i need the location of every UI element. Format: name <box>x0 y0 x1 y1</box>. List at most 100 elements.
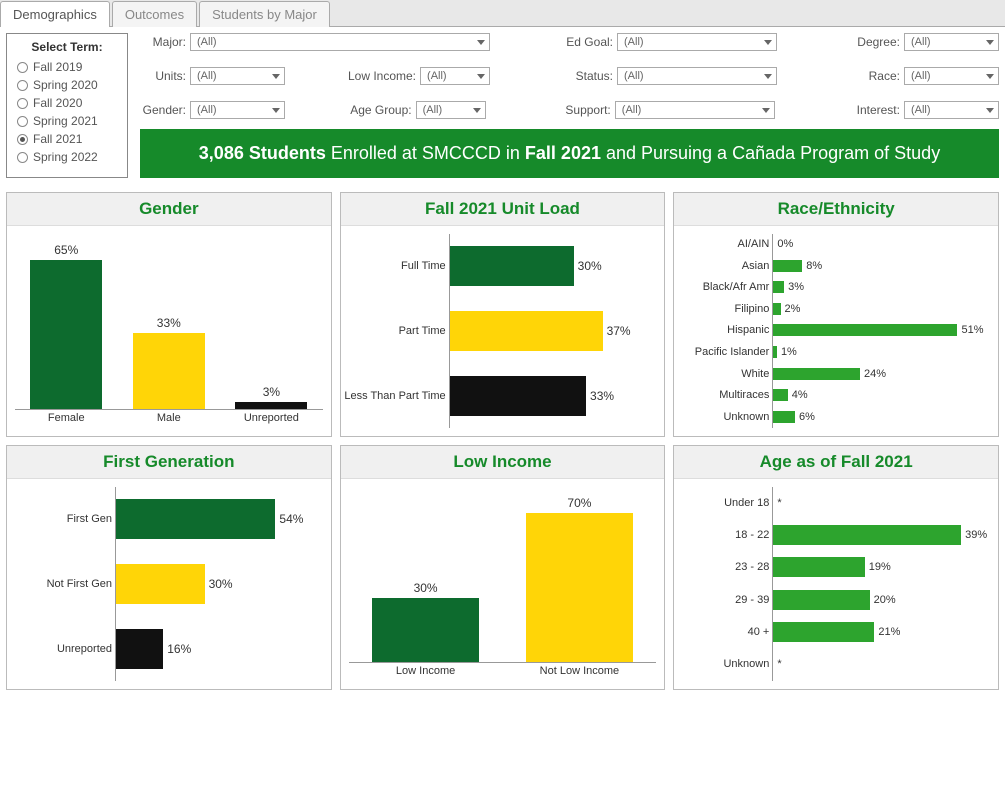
bar-category-label: Multiraces <box>719 389 769 401</box>
bar-category-label: Unreported <box>57 643 112 655</box>
filter-units-dropdown[interactable]: (All) <box>190 67 285 85</box>
bar-race-asian[interactable]: Asian8% <box>773 260 990 272</box>
chevron-down-icon <box>272 108 280 113</box>
bar-rect <box>773 590 869 610</box>
filter-race-dropdown[interactable]: (All) <box>904 67 999 85</box>
bar-value-label: 24% <box>864 368 886 380</box>
filter-gender-dropdown[interactable]: (All) <box>190 101 285 119</box>
bar-value-label: 51% <box>961 324 983 336</box>
bar-firstgen-not-first-gen[interactable]: Not First Gen30% <box>116 564 323 604</box>
term-option-label: Spring 2022 <box>33 150 98 164</box>
bar-age-23-28[interactable]: 23 - 2819% <box>773 557 990 577</box>
bar-age-18-22[interactable]: 18 - 2239% <box>773 525 990 545</box>
bar-unitload-full-time[interactable]: Full Time30% <box>450 246 657 286</box>
term-option-label: Fall 2020 <box>33 96 82 110</box>
filter-interest-label: Interest: <box>840 103 900 117</box>
bar-value-label: 33% <box>157 316 181 330</box>
bar-age-unknown[interactable]: Unknown* <box>773 654 990 674</box>
bar-category-label: Hispanic <box>727 324 769 336</box>
bar-value-label: 37% <box>607 324 631 338</box>
tab-students-by-major[interactable]: Students by Major <box>199 1 330 27</box>
chart-panels: Gender65%33%3%FemaleMaleUnreportedFall 2… <box>0 184 1005 698</box>
axis-label: Female <box>15 412 118 424</box>
bar-race-white[interactable]: White24% <box>773 368 990 380</box>
bar-rect <box>773 303 780 315</box>
bar-age-40-[interactable]: 40 +21% <box>773 622 990 642</box>
bar-category-label: Not First Gen <box>47 578 112 590</box>
term-option-label: Fall 2019 <box>33 60 82 74</box>
bar-rect <box>773 346 777 358</box>
select-term-box: Select Term: Fall 2019 Spring 2020 Fall 20… <box>6 33 128 178</box>
filter-agegroup-label: Age Group: <box>350 103 411 117</box>
select-term-title: Select Term: <box>17 40 117 54</box>
chevron-down-icon <box>764 74 772 79</box>
filter-race-label: Race: <box>840 69 900 83</box>
bar-value-label: 1% <box>781 346 797 358</box>
filter-lowincome-dropdown[interactable]: (All) <box>420 67 490 85</box>
panel-firstgen: First GenerationFirst Gen54%Not First Ge… <box>6 445 332 690</box>
filter-edgoal-label: Ed Goal: <box>553 35 613 49</box>
term-option-fall-2021[interactable]: Fall 2021 <box>17 130 117 148</box>
term-option-spring-2021[interactable]: Spring 2021 <box>17 112 117 130</box>
filter-interest-dropdown[interactable]: (All) <box>904 101 999 119</box>
term-option-fall-2019[interactable]: Fall 2019 <box>17 58 117 76</box>
bar-value-label: 65% <box>54 243 78 257</box>
tab-outcomes[interactable]: Outcomes <box>112 1 197 27</box>
filters-area: Major: (All) Ed Goal: (All) Degree: (All… <box>140 33 999 178</box>
bar-lowincome-low-income[interactable]: 30% <box>349 487 503 662</box>
bar-race-ai-ain[interactable]: AI/AIN0% <box>773 238 990 250</box>
filter-major-dropdown[interactable]: (All) <box>190 33 490 51</box>
filter-support-dropdown[interactable]: (All) <box>615 101 775 119</box>
bar-gender-unreported[interactable]: 3% <box>220 234 323 409</box>
bar-race-hispanic[interactable]: Hispanic51% <box>773 324 990 336</box>
bar-rect <box>450 246 574 286</box>
bar-rect <box>116 499 275 539</box>
bar-race-unknown[interactable]: Unknown6% <box>773 411 990 423</box>
tabs: Demographics Outcomes Students by Major <box>0 0 1005 27</box>
term-option-label: Spring 2020 <box>33 78 98 92</box>
panel-title: Low Income <box>341 446 665 479</box>
bar-unitload-less-than-part-time[interactable]: Less Than Part Time33% <box>450 376 657 416</box>
bar-category-label: Unknown <box>723 658 769 670</box>
bar-gender-female[interactable]: 65% <box>15 234 118 409</box>
bar-gender-male[interactable]: 33% <box>118 234 221 409</box>
chevron-down-icon <box>986 108 994 113</box>
tab-demographics[interactable]: Demographics <box>0 1 110 27</box>
filter-agegroup-dropdown[interactable]: (All) <box>416 101 486 119</box>
bar-race-pacific-islander[interactable]: Pacific Islander1% <box>773 346 990 358</box>
bar-category-label: AI/AIN <box>738 238 770 250</box>
chevron-down-icon <box>272 74 280 79</box>
bar-value-label: 3% <box>263 385 280 399</box>
chevron-down-icon <box>473 108 481 113</box>
bar-rect <box>773 622 874 642</box>
bar-race-filipino[interactable]: Filipino2% <box>773 303 990 315</box>
bar-unitload-part-time[interactable]: Part Time37% <box>450 311 657 351</box>
filter-lowincome-label: Low Income: <box>348 69 416 83</box>
bar-age-under-18[interactable]: Under 18* <box>773 493 990 513</box>
bar-race-black-afr-amr[interactable]: Black/Afr Amr3% <box>773 281 990 293</box>
filter-status-dropdown[interactable]: (All) <box>617 67 777 85</box>
panel-gender: Gender65%33%3%FemaleMaleUnreported <box>6 192 332 437</box>
bar-rect <box>116 564 205 604</box>
bar-value-label: 54% <box>279 512 303 526</box>
bar-firstgen-unreported[interactable]: Unreported16% <box>116 629 323 669</box>
chevron-down-icon <box>477 74 485 79</box>
panel-age: Age as of Fall 2021Under 18*18 - 2239%23… <box>673 445 999 690</box>
term-option-fall-2020[interactable]: Fall 2020 <box>17 94 117 112</box>
term-option-spring-2020[interactable]: Spring 2020 <box>17 76 117 94</box>
term-option-spring-2022[interactable]: Spring 2022 <box>17 148 117 166</box>
bar-value-label: 6% <box>799 411 815 423</box>
filter-degree-label: Degree: <box>840 35 900 49</box>
bar-lowincome-not-low-income[interactable]: 70% <box>503 487 657 662</box>
bar-rect <box>773 260 802 272</box>
bar-age-29-39[interactable]: 29 - 3920% <box>773 590 990 610</box>
bar-race-multiraces[interactable]: Multiraces4% <box>773 389 990 401</box>
filter-support-label: Support: <box>551 103 611 117</box>
filter-degree-dropdown[interactable]: (All) <box>904 33 999 51</box>
bar-value-label: 39% <box>965 529 987 541</box>
panel-race: Race/EthnicityAI/AIN0%Asian8%Black/Afr A… <box>673 192 999 437</box>
bar-firstgen-first-gen[interactable]: First Gen54% <box>116 499 323 539</box>
filter-edgoal-dropdown[interactable]: (All) <box>617 33 777 51</box>
bar-value-label: 8% <box>806 260 822 272</box>
summary-banner: 3,086 Students Enrolled at SMCCCD in Fal… <box>140 129 999 178</box>
